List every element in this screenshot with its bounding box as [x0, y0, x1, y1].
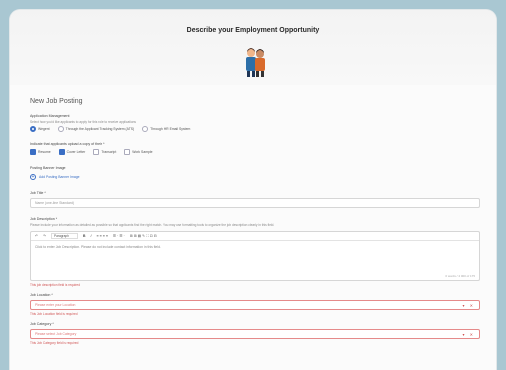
editor-toolbar: ↶ ↷ Paragraph B I ≡ ≡ ≡ ≡ ☰ · ☰ · ⊞ ⊞ ▤ …	[31, 232, 479, 241]
job-posting-card: Describe your Employment Opportunity New…	[10, 10, 496, 370]
italic-icon[interactable]: I	[91, 234, 92, 238]
insert-tools-icons[interactable]: ⊞ ⊞ ▤ ✎ ⛶ ⊡ ⊟	[130, 234, 157, 238]
checkbox-work-sample[interactable]: Work Sample	[124, 149, 153, 155]
add-banner-label: Add Posting Banner Image	[39, 175, 80, 179]
category-error: This Job Category field is required	[30, 341, 79, 345]
paragraph-style-select[interactable]: Paragraph	[51, 233, 78, 239]
documents-label: Indicate that applicants upload a copy o…	[30, 142, 105, 146]
job-description-label: Job Description *	[30, 217, 58, 221]
checkbox-transcript[interactable]: Transcript	[93, 149, 116, 155]
location-error: This Job Location field is required	[30, 312, 78, 316]
checkbox-label: Cover Letter	[66, 150, 86, 154]
redo-icon[interactable]: ↷	[43, 234, 46, 238]
add-banner-link[interactable]: + Add Posting Banner Image	[30, 174, 80, 180]
people-illustration	[246, 48, 265, 77]
page-title: Describe your Employment Opportunity	[186, 27, 320, 34]
job-title-input[interactable]: Name (one-line Standard)	[30, 198, 480, 208]
hero-banner: Describe your Employment Opportunity	[10, 10, 496, 85]
checkbox-label: Work Sample	[132, 150, 153, 154]
checkbox-resume[interactable]: Resume	[30, 149, 51, 155]
undo-icon[interactable]: ↶	[35, 234, 38, 238]
radio-wegent[interactable]: Wegent	[30, 126, 50, 132]
align-icons[interactable]: ≡ ≡ ≡ ≡	[97, 234, 108, 238]
app-mgmt-label: Application Management	[30, 114, 70, 118]
clear-dropdown-icons[interactable]: ▾ ✕	[463, 303, 475, 308]
job-location-placeholder: Please enter your Location	[35, 303, 76, 307]
job-location-input[interactable]: Please enter your Location ▾ ✕	[30, 300, 480, 310]
list-icons[interactable]: ☰ · ☰ ·	[113, 234, 125, 238]
app-mgmt-options: Wegent Through the Applicant Tracking Sy…	[30, 126, 194, 132]
radio-dot[interactable]	[30, 126, 36, 132]
radio-label: Wegent	[38, 127, 50, 131]
word-counter: 0 words / 4 000 of 175	[445, 274, 475, 278]
checkbox[interactable]	[124, 149, 131, 155]
checkbox[interactable]	[30, 149, 36, 155]
radio-email[interactable]: Through HR Email System	[142, 126, 190, 132]
job-location-label: Job Location *	[30, 293, 53, 297]
radio-dot[interactable]	[142, 126, 149, 132]
checkbox[interactable]	[93, 149, 100, 155]
form-heading: New Job Posting	[30, 98, 83, 105]
checkbox-cover-letter[interactable]: Cover Letter	[58, 149, 86, 155]
job-description-editor[interactable]: ↶ ↷ Paragraph B I ≡ ≡ ≡ ≡ ☰ · ☰ · ⊞ ⊞ ▤ …	[30, 231, 480, 281]
job-description-help: Please include your information as detai…	[30, 223, 275, 227]
app-mgmt-help: Select how you'd like applicants to appl…	[30, 120, 137, 124]
bold-icon[interactable]: B	[83, 234, 86, 238]
job-category-placeholder: Please select Job Category	[35, 332, 77, 336]
checkbox[interactable]	[58, 149, 65, 155]
job-category-label: Job Category *	[30, 322, 54, 326]
checkbox-label: Resume	[38, 150, 51, 154]
job-title-placeholder: Name (one-line Standard)	[35, 201, 75, 205]
radio-label: Through HR Email System	[150, 127, 191, 131]
radio-ats[interactable]: Through the Applicant Tracking System (A…	[57, 126, 135, 132]
radio-label: Through the Applicant Tracking System (A…	[65, 127, 135, 131]
editor-placeholder: Click to enter Job Description. Please d…	[35, 245, 161, 249]
radio-dot[interactable]	[57, 126, 64, 132]
clear-dropdown-icons[interactable]: ▾ ✕	[463, 332, 475, 337]
job-category-select[interactable]: Please select Job Category ▾ ✕	[30, 329, 480, 339]
job-title-label: Job Title *	[30, 191, 46, 195]
checkbox-label: Transcript	[101, 150, 117, 154]
documents-options: Resume Cover Letter Transcript Work Samp…	[30, 149, 157, 155]
plus-icon: +	[30, 174, 36, 180]
description-error: This job description field is required	[30, 283, 80, 287]
banner-label: Posting Banner Image	[30, 166, 66, 170]
